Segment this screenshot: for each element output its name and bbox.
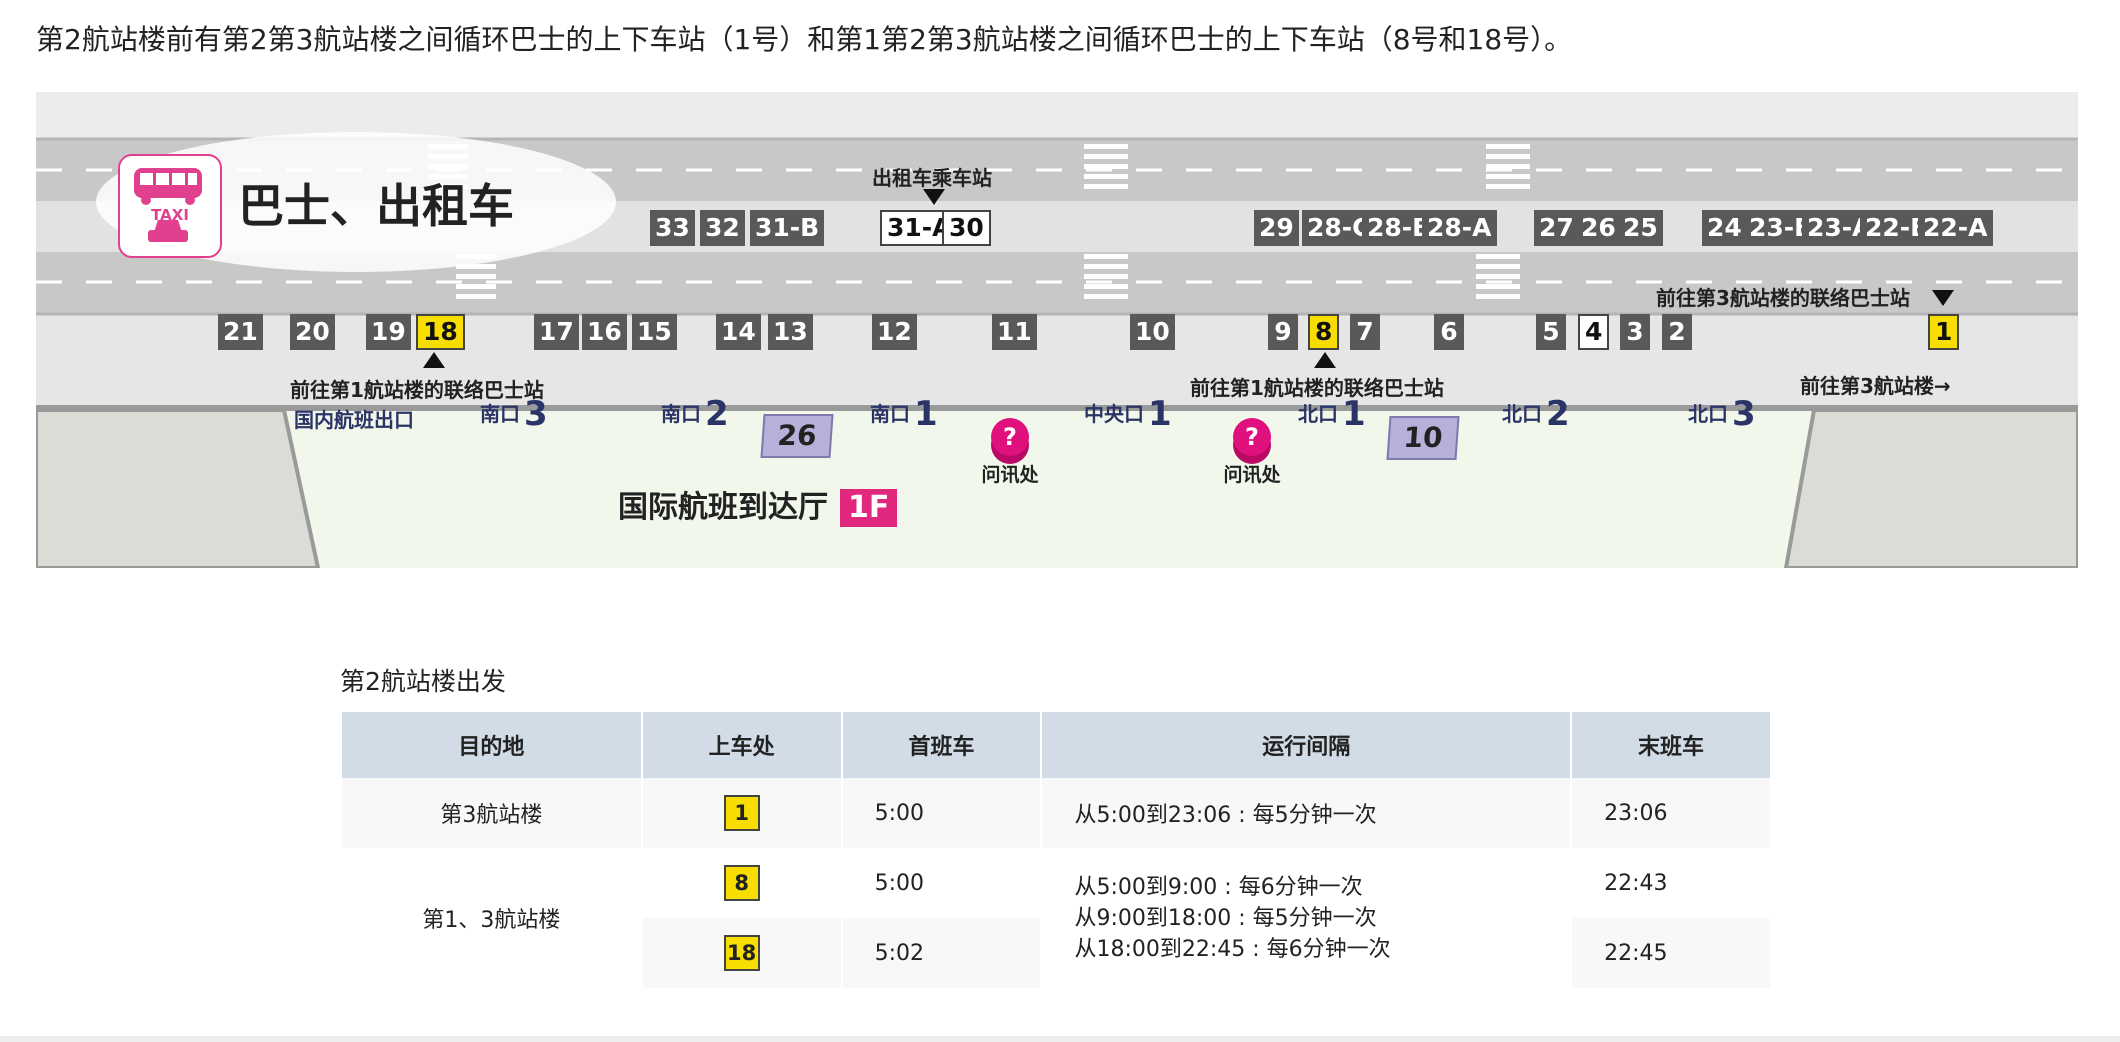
exit-south-1: 南口 1	[870, 394, 938, 434]
exit-north-3: 北口 3	[1688, 394, 1756, 434]
map-background	[36, 132, 2078, 568]
last-bus-cell: 22:45	[1571, 918, 1772, 988]
stop-28-a: 28-A	[1422, 210, 1497, 246]
stop-4: 4	[1578, 314, 1610, 350]
terminal-map: TAXI 巴士、出租车 出租车乘车站 33 32 31-B 31-A 30 29…	[36, 92, 2078, 568]
stop-8: 8	[1308, 314, 1340, 350]
information-desk-south: ? 问讯处	[970, 418, 1050, 487]
table-row: 第3航站楼 1 5:00 从5:00到23:06 : 每5分钟一次 23:06	[342, 778, 1772, 848]
footer-band	[0, 1036, 2120, 1042]
last-bus-cell: 22:43	[1571, 848, 1772, 918]
col-interval: 运行间隔	[1041, 712, 1573, 778]
taxi-stand-label: 出租车乘车站	[872, 166, 992, 190]
destination-cell: 第1、3航站楼	[342, 848, 643, 988]
map-title: 巴士、出租车	[238, 179, 514, 233]
t1-shuttle-arrow-8	[1314, 352, 1336, 368]
exit-domestic: 国内航班出口	[294, 408, 414, 432]
stop-badge: 18	[723, 935, 760, 971]
table-row: 第1、3航站楼 8 5:00 从5:00到9:00 : 每6分钟一次 从9:00…	[342, 848, 1772, 988]
stop-25: 25	[1618, 210, 1663, 246]
col-last-bus: 末班车	[1571, 712, 1772, 778]
stop-30: 30	[942, 210, 991, 246]
stop-3: 3	[1620, 314, 1650, 350]
first-bus-cell: 5:00	[841, 778, 1043, 848]
stop-2: 2	[1662, 314, 1692, 350]
taxi-label: TAXI	[151, 206, 189, 224]
stop-26: 26	[1576, 210, 1621, 246]
information-desk-north: ? 问讯处	[1212, 418, 1292, 487]
stop-badge: 8	[723, 865, 760, 901]
stop-12: 12	[872, 314, 917, 350]
stop-21: 21	[218, 314, 263, 350]
t1-shuttle-arrow-18	[423, 352, 445, 368]
exit-north-2: 北口 2	[1502, 394, 1570, 434]
to-t3-label: 前往第3航站楼→	[1800, 374, 1951, 398]
stop-6: 6	[1434, 314, 1464, 350]
last-bus-cell: 23:06	[1571, 778, 1772, 848]
stop-5: 5	[1536, 314, 1566, 350]
stop-14: 14	[716, 314, 761, 350]
stop-33: 33	[650, 210, 695, 246]
col-first-bus: 首班车	[841, 712, 1043, 778]
stop-24: 24	[1702, 210, 1747, 246]
floor-badge: 1F	[840, 489, 898, 527]
t3-shuttle-arrow	[1932, 290, 1954, 306]
taxi-stand-arrow	[923, 189, 945, 205]
exit-central-1: 中央口 1	[1084, 394, 1172, 434]
intro-text: 第2航站楼前有第2第3航站楼之间循环巴士的上下车站（1号）和第1第2第3航站楼之…	[36, 23, 1573, 56]
stop-31-b: 31-B	[750, 210, 825, 246]
stop-19: 19	[366, 314, 411, 350]
interval-cell: 从5:00到23:06 : 每5分钟一次	[1041, 778, 1573, 848]
question-icon: ?	[1233, 418, 1271, 456]
stop-15: 15	[632, 314, 677, 350]
stop-badge: 1	[723, 795, 760, 831]
stop-1: 1	[1928, 314, 1960, 350]
schedule-caption: 第2航站楼出发	[340, 667, 506, 696]
stop-20: 20	[290, 314, 335, 350]
stop-16: 16	[582, 314, 627, 350]
stop-9: 9	[1268, 314, 1298, 350]
table-header-row: 目的地 上车处 首班车 运行间隔 末班车	[342, 712, 1772, 778]
col-stop: 上车处	[641, 712, 843, 778]
stop-7: 7	[1350, 314, 1380, 350]
gate-26: 26	[760, 414, 834, 458]
schedule-table: 目的地 上车处 首班车 运行间隔 末班车 第3航站楼 1 5:00 从5:00到…	[342, 712, 1772, 988]
destination-cell: 第3航站楼	[342, 778, 643, 848]
interval-cell: 从5:00到9:00 : 每6分钟一次 从9:00到18:00 : 每5分钟一次…	[1041, 848, 1573, 988]
question-icon: ?	[991, 418, 1029, 456]
stop-11: 11	[992, 314, 1037, 350]
t3-shuttle-stop-label: 前往第3航站楼的联络巴士站	[1656, 286, 1910, 310]
stop-18: 18	[416, 314, 465, 350]
stop-17: 17	[534, 314, 579, 350]
arrival-hall-label: 国际航班到达厅 1F	[618, 482, 898, 527]
exit-north-1: 北口 1	[1298, 394, 1366, 434]
stop-13: 13	[768, 314, 813, 350]
stop-10: 10	[1130, 314, 1175, 350]
exit-south-2: 南口 2	[661, 394, 729, 434]
first-bus-cell: 5:00	[841, 848, 1043, 918]
stop-29: 29	[1254, 210, 1299, 246]
stop-27: 27	[1534, 210, 1579, 246]
first-bus-cell: 5:02	[841, 918, 1043, 988]
col-destination: 目的地	[342, 712, 643, 778]
stop-32: 32	[700, 210, 745, 246]
gate-10: 10	[1386, 416, 1460, 460]
stop-22-a: 22-A	[1918, 210, 1993, 246]
exit-south-3: 南口 3	[480, 394, 548, 434]
bus-taxi-icon: TAXI	[118, 154, 222, 258]
